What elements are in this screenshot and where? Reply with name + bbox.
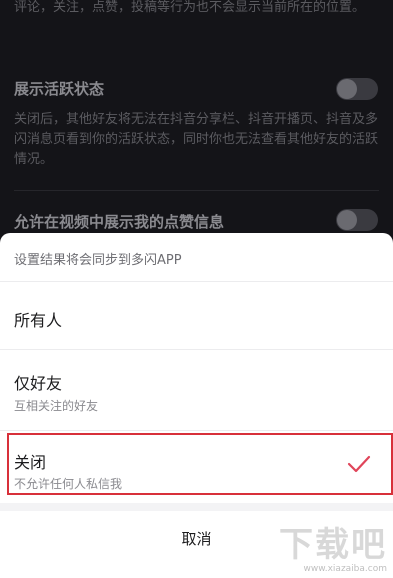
toggle-knob (337, 210, 357, 230)
option-everyone[interactable]: 所有人 (0, 282, 393, 349)
selection-highlight (7, 433, 393, 495)
option-friends-only-label: 仅好友 (14, 374, 63, 393)
active-status-toggle[interactable] (336, 78, 378, 100)
section-gap (0, 503, 393, 511)
active-status-title: 展示活跃状态 (14, 80, 105, 98)
watermark-url: www.xiazaiba.com (303, 564, 387, 574)
toggle-knob (337, 79, 357, 99)
likes-info-toggle[interactable] (336, 209, 378, 231)
watermark: 下载吧 www.xiazaiba.com (279, 526, 387, 574)
active-status-description: 关闭后，其他好友将无法在抖音分享栏、抖音开播页、抖音及多闪消息页看到你的活跃状态… (14, 112, 379, 167)
sync-hint: 设置结果将会同步到多闪APP (14, 253, 182, 268)
option-friends-only[interactable]: 仅好友 互相关注的好友 (0, 350, 393, 430)
option-everyone-label: 所有人 (14, 311, 63, 330)
option-friends-only-subtitle: 互相关注的好友 (14, 399, 99, 413)
likes-info-title: 允许在视频中展示我的点赞信息 (14, 213, 225, 231)
checkmark-icon (347, 455, 371, 473)
location-description: 评论，关注，点赞，投稿等行为也不会显示当前所在的位置。 (14, 0, 366, 15)
divider (14, 190, 379, 191)
watermark-brand: 下载吧 (279, 525, 387, 565)
